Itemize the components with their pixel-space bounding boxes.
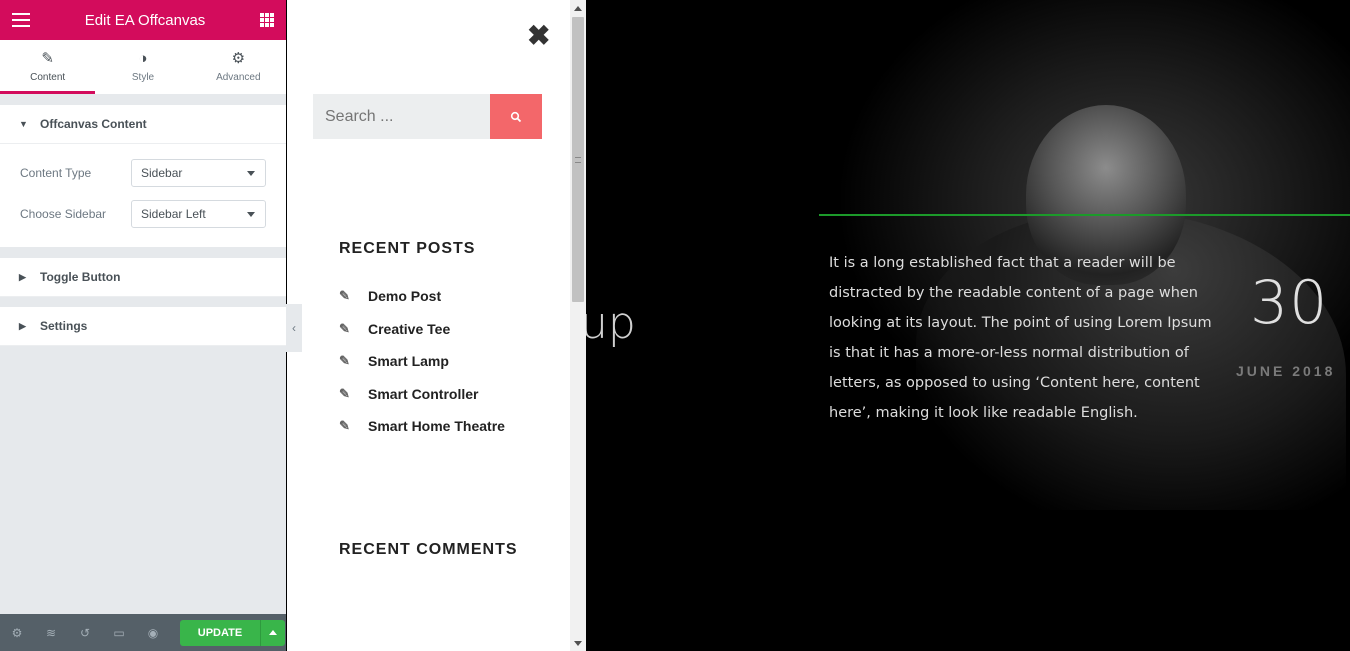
divider-line — [819, 214, 1350, 216]
history-icon[interactable]: ↺ — [78, 626, 92, 640]
post-link[interactable]: Smart Home Theatre — [368, 418, 505, 434]
section-settings: ▶ Settings — [0, 307, 286, 346]
tab-label: Content — [30, 72, 66, 83]
edit-icon: ✎ — [339, 353, 350, 369]
hero-paragraph: It is a long established fact that a rea… — [829, 255, 1212, 421]
caret-right-icon: ▶ — [19, 271, 26, 282]
settings-icon[interactable]: ⚙ — [10, 626, 24, 640]
scroll-down-arrow[interactable] — [570, 635, 586, 651]
search-input[interactable] — [313, 94, 490, 139]
panel-tabs: ✎ Content ◑ Style ⚙ Advanced — [0, 40, 286, 95]
section-title: Settings — [40, 319, 88, 333]
panel-header: Edit EA Offcanvas — [0, 0, 286, 40]
search-button[interactable] — [490, 94, 542, 139]
tab-label: Style — [131, 72, 155, 83]
post-link[interactable]: Smart Controller — [368, 386, 478, 402]
post-link[interactable]: Smart Lamp — [368, 353, 449, 369]
recent-posts-list: ✎ Demo Post ✎ Creative Tee ✎ Smart Lamp … — [339, 280, 505, 443]
panel-footer: ⚙ ≋ ↺ ▭ ◉ UPDATE — [0, 614, 286, 651]
tab-advanced[interactable]: ⚙ Advanced — [191, 40, 286, 94]
chevron-down-icon — [247, 170, 255, 176]
list-item[interactable]: ✎ Smart Controller — [339, 378, 505, 411]
post-link[interactable]: Demo Post — [368, 288, 441, 304]
recent-posts-title: RECENT POSTS — [339, 240, 476, 257]
control-choose-sidebar: Choose Sidebar Sidebar Left — [20, 200, 266, 228]
caret-right-icon: ▶ — [19, 320, 26, 331]
edit-icon: ✎ — [339, 288, 350, 304]
chevron-down-icon — [574, 640, 582, 646]
tab-label: Advanced — [216, 72, 261, 83]
preview-eye-icon[interactable]: ◉ — [146, 626, 160, 640]
page-preview: up It is a long established fact that a … — [586, 0, 1350, 651]
scroll-up-arrow[interactable] — [570, 0, 586, 16]
caret-down-icon: ▼ — [19, 119, 28, 129]
section-offcanvas-content: ▼ Offcanvas Content Content Type Sidebar… — [0, 105, 286, 248]
update-options-button[interactable] — [260, 619, 285, 646]
recent-comments-title: RECENT COMMENTS — [339, 541, 518, 558]
layers-icon[interactable]: ≋ — [44, 626, 58, 640]
select-value: Sidebar — [141, 166, 183, 180]
list-item[interactable]: ✎ Demo Post — [339, 280, 505, 313]
vertical-scrollbar[interactable] — [570, 0, 586, 651]
hero-heading-partial: up — [586, 298, 636, 349]
section-body: Content Type Sidebar Choose Sidebar Side… — [0, 144, 286, 248]
control-content-type: Content Type Sidebar — [20, 159, 266, 187]
edit-icon: ✎ — [339, 320, 350, 336]
choose-sidebar-select[interactable]: Sidebar Left — [131, 200, 266, 228]
tab-style[interactable]: ◑ Style — [95, 40, 190, 94]
grip-icon — [575, 156, 581, 163]
list-item[interactable]: ✎ Creative Tee — [339, 313, 505, 346]
responsive-icon[interactable]: ▭ — [112, 626, 126, 640]
pencil-icon: ✎ — [41, 50, 54, 67]
list-item[interactable]: ✎ Smart Home Theatre — [339, 410, 505, 443]
search-form — [313, 94, 542, 139]
control-label: Content Type — [20, 166, 92, 180]
section-toggle-button: ▶ Toggle Button — [0, 258, 286, 297]
gear-icon: ⚙ — [231, 50, 246, 67]
collapse-panel-handle[interactable]: ‹ — [286, 304, 302, 352]
half-circle-icon: ◑ — [138, 50, 148, 67]
search-icon — [510, 111, 522, 122]
chevron-up-icon — [574, 5, 582, 11]
section-header[interactable]: ▶ Toggle Button — [0, 258, 286, 297]
close-icon[interactable]: ✖ — [527, 22, 550, 50]
section-header[interactable]: ▼ Offcanvas Content — [0, 105, 286, 144]
edit-icon: ✎ — [339, 418, 350, 434]
scrollbar-thumb[interactable] — [572, 17, 584, 302]
content-type-select[interactable]: Sidebar — [131, 159, 266, 187]
list-item[interactable]: ✎ Smart Lamp — [339, 345, 505, 378]
section-title: Offcanvas Content — [40, 117, 147, 131]
editor-panel: Edit EA Offcanvas ✎ Content ◑ Style ⚙ Ad… — [0, 0, 286, 651]
section-title: Toggle Button — [40, 270, 121, 284]
caret-up-icon — [269, 630, 277, 635]
chevron-down-icon — [247, 211, 255, 217]
select-value: Sidebar Left — [141, 207, 206, 221]
update-button[interactable]: UPDATE — [180, 619, 260, 646]
date-day: 30 — [1250, 268, 1329, 338]
widgets-grid-icon[interactable] — [260, 13, 274, 27]
offcanvas-sidebar: ✖ RECENT POSTS ✎ Demo Post ✎ Creative Te… — [287, 0, 570, 651]
panel-title: Edit EA Offcanvas — [84, 11, 206, 29]
edit-icon: ✎ — [339, 385, 350, 401]
tab-content[interactable]: ✎ Content — [0, 40, 96, 94]
date-month: JUNE 2018 — [1236, 363, 1336, 379]
menu-icon[interactable] — [12, 13, 30, 27]
control-label: Choose Sidebar — [20, 207, 107, 221]
section-header[interactable]: ▶ Settings — [0, 307, 286, 346]
post-link[interactable]: Creative Tee — [368, 321, 450, 337]
